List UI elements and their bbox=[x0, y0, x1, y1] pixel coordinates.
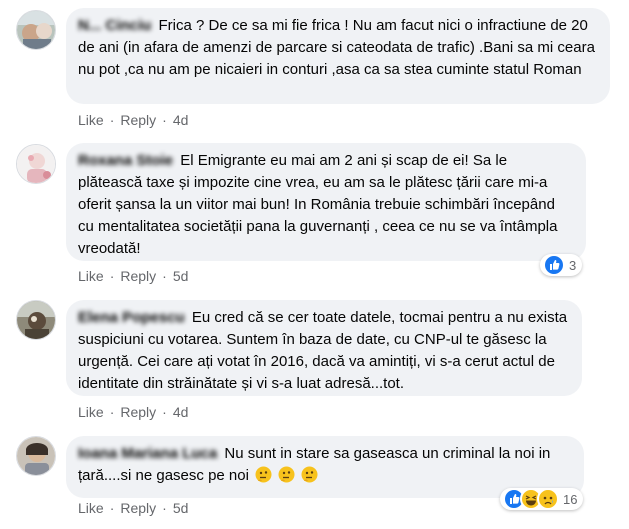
avatar[interactable] bbox=[16, 436, 56, 476]
comment-author[interactable]: Elena Popescu bbox=[78, 307, 185, 329]
thinking-face-emoji-icon bbox=[301, 466, 318, 483]
separator: · bbox=[109, 500, 115, 516]
like-reaction-icon bbox=[543, 254, 565, 276]
comment-author[interactable]: Roxana Stoie bbox=[78, 150, 173, 172]
separator: · bbox=[162, 112, 167, 128]
comment-author[interactable]: N... Cinciu bbox=[78, 15, 151, 37]
like-button[interactable]: Like bbox=[78, 404, 104, 420]
separator: · bbox=[109, 404, 115, 420]
comment-text: Frica ? De ce sa mi fie frica ! Nu am fa… bbox=[78, 17, 595, 78]
thinking-face-emoji-icon bbox=[255, 466, 272, 483]
comment-actions: Like · Reply · 4d bbox=[78, 404, 188, 420]
avatar[interactable] bbox=[16, 144, 56, 184]
avatar[interactable] bbox=[16, 300, 56, 340]
comment-age[interactable]: 4d bbox=[173, 404, 189, 420]
comment-age[interactable]: 5d bbox=[173, 500, 189, 516]
sad-reaction-icon bbox=[537, 488, 559, 510]
separator: · bbox=[162, 404, 167, 420]
reaction-summary[interactable]: 16 bbox=[500, 488, 584, 510]
comment-actions: Like · Reply · 5d bbox=[78, 268, 188, 284]
separator: · bbox=[162, 268, 167, 284]
comment-bubble: Elena Popescu Eu cred că se cer toate da… bbox=[66, 300, 582, 396]
comment-bubble: N... Cinciu Frica ? De ce sa mi fie fric… bbox=[66, 8, 610, 104]
comment-bubble: Roxana Stoie El Emigrante eu mai am 2 an… bbox=[66, 143, 586, 261]
comment-actions: Like · Reply · 4d bbox=[78, 112, 188, 128]
like-button[interactable]: Like bbox=[78, 500, 104, 516]
reply-button[interactable]: Reply bbox=[120, 112, 156, 128]
like-button[interactable]: Like bbox=[78, 268, 104, 284]
reply-button[interactable]: Reply bbox=[120, 268, 156, 284]
separator: · bbox=[162, 500, 167, 516]
reply-button[interactable]: Reply bbox=[120, 404, 156, 420]
separator: · bbox=[109, 268, 115, 284]
separator: · bbox=[109, 112, 115, 128]
reaction-count: 3 bbox=[569, 257, 577, 273]
reply-button[interactable]: Reply bbox=[120, 500, 156, 516]
thinking-face-emoji-icon bbox=[278, 466, 295, 483]
comment-actions: Like · Reply · 5d bbox=[78, 500, 188, 516]
reaction-count: 16 bbox=[563, 491, 578, 507]
comment-age[interactable]: 4d bbox=[173, 112, 189, 128]
comment-age[interactable]: 5d bbox=[173, 268, 189, 284]
avatar[interactable] bbox=[16, 10, 56, 50]
comment-author[interactable]: Ioana Mariana Luca bbox=[78, 443, 217, 465]
like-button[interactable]: Like bbox=[78, 112, 104, 128]
reaction-summary[interactable]: 3 bbox=[540, 254, 583, 276]
